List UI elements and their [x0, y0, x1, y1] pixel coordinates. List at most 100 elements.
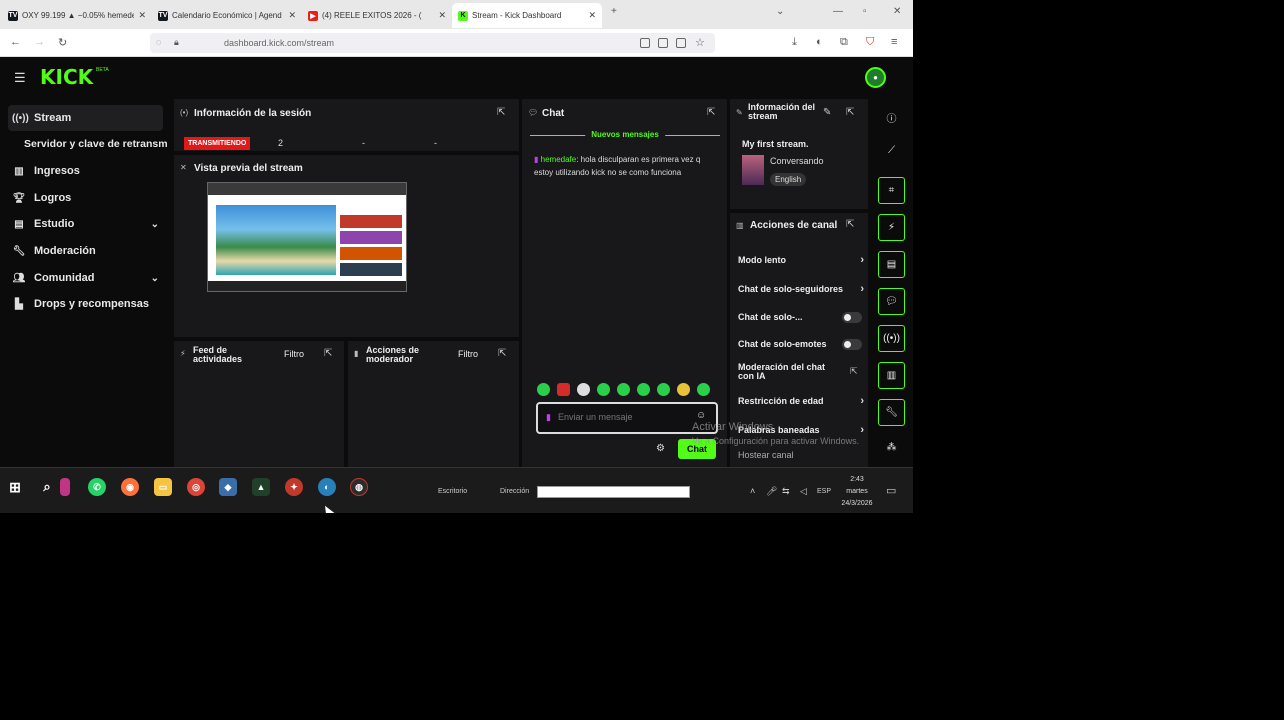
- share-icon[interactable]: ⁂: [878, 442, 905, 462]
- kick-logo[interactable]: KICK: [40, 65, 93, 89]
- ai-moderation-row[interactable]: Moderación del chat con IA: [738, 363, 830, 381]
- popout-icon[interactable]: ⇱: [498, 348, 506, 359]
- whatsapp-icon[interactable]: ✆: [88, 478, 106, 496]
- browser-tab[interactable]: TV OXY 99.199 ▲ −0.05% hemedel ✕: [2, 3, 152, 28]
- reader-icon[interactable]: [658, 38, 668, 48]
- emoji-icon[interactable]: ☺: [696, 410, 706, 421]
- emote-icon[interactable]: [537, 383, 550, 396]
- desktop-toolbar-label[interactable]: Escritorio: [438, 488, 467, 495]
- show-hidden-icons-icon[interactable]: ˄: [750, 486, 755, 496]
- windows-start-icon[interactable]: ⊞: [6, 478, 24, 496]
- close-tab-icon[interactable]: ✕: [288, 10, 296, 21]
- search-icon[interactable]: ⌕: [38, 478, 56, 496]
- rail-button-layout[interactable]: ⌗: [878, 177, 905, 204]
- mod-filter-button[interactable]: Filtro: [458, 349, 478, 359]
- sidebar-item-studio[interactable]: ▤ Estudio ⌄: [8, 211, 163, 237]
- subs-only-toggle[interactable]: [842, 312, 862, 323]
- firefox-icon[interactable]: ◉: [121, 478, 139, 496]
- cortana-icon[interactable]: [60, 478, 70, 496]
- chat-message-input[interactable]: [558, 412, 698, 422]
- tab-list-icon[interactable]: ⌄: [776, 6, 784, 17]
- rail-button-actions[interactable]: ▥: [878, 362, 905, 389]
- notifications-icon[interactable]: ▭: [886, 484, 896, 497]
- info-icon[interactable]: ⓘ: [878, 110, 905, 130]
- chrome-icon[interactable]: ◎: [187, 478, 205, 496]
- emote-icon[interactable]: [597, 383, 610, 396]
- popout-icon[interactable]: ⇱: [707, 107, 715, 118]
- volume-icon[interactable]: ◁: [800, 486, 807, 497]
- screenshot-icon[interactable]: [640, 38, 650, 48]
- emote-icon[interactable]: [697, 383, 710, 396]
- obs-icon[interactable]: ◍: [350, 478, 368, 496]
- user-avatar[interactable]: ●: [865, 67, 886, 88]
- edit-icon[interactable]: ✎: [823, 107, 831, 118]
- subs-only-row[interactable]: Chat de solo-...: [738, 312, 864, 323]
- bookmark-star-icon[interactable]: ☆: [695, 36, 705, 49]
- sidebar-item-achievements[interactable]: 🏆︎ Logros: [8, 185, 163, 211]
- slow-mode-row[interactable]: Modo lento ›: [738, 254, 864, 266]
- popout-icon[interactable]: ⇱: [497, 107, 505, 118]
- sidebar-item-drops[interactable]: ▙ Drops y recompensas: [8, 291, 163, 317]
- network-icon[interactable]: ⇆: [782, 486, 790, 497]
- sidebar-item-moderation[interactable]: 🔧︎ Moderación: [8, 238, 163, 264]
- ublock-icon[interactable]: ⛉: [866, 36, 874, 49]
- emote-icon[interactable]: [577, 383, 590, 396]
- emote-icon[interactable]: [657, 383, 670, 396]
- sidebar-item-community[interactable]: 👥︎ Comunidad ⌄: [8, 265, 163, 291]
- download-icon[interactable]: ⤓: [792, 36, 797, 49]
- close-tab-icon[interactable]: ✕: [138, 10, 146, 21]
- emote-icon[interactable]: [677, 383, 690, 396]
- address-toolbar-input[interactable]: [537, 486, 690, 498]
- close-tab-icon[interactable]: ✕: [588, 10, 596, 21]
- extension-icon[interactable]: ◐: [816, 36, 823, 48]
- rail-button-chat[interactable]: 💬︎: [878, 288, 905, 315]
- browser-tab[interactable]: TV Calendario Económico | Agend ✕: [152, 3, 302, 28]
- sidebar-item-stream[interactable]: ((•)) Stream: [8, 105, 163, 131]
- popout-icon[interactable]: ⇱: [846, 107, 854, 118]
- menu-icon[interactable]: ≡: [891, 36, 897, 48]
- stream-preview-video[interactable]: [207, 182, 407, 292]
- followers-only-row[interactable]: Chat de solo-seguidores ›: [738, 284, 864, 294]
- reload-icon[interactable]: ↻: [58, 36, 67, 49]
- popout-icon[interactable]: ⇱: [846, 219, 854, 230]
- rail-button-session[interactable]: ((•)): [878, 325, 905, 352]
- emotes-only-toggle[interactable]: [842, 339, 862, 350]
- sidebar-item-revenue[interactable]: ▥ Ingresos: [8, 158, 163, 184]
- microphone-icon[interactable]: 🎤︎: [766, 486, 777, 497]
- chat-input-box[interactable]: ▮ ☺: [536, 402, 718, 434]
- file-explorer-icon[interactable]: ▭: [154, 478, 172, 496]
- maximize-icon[interactable]: ▫: [863, 6, 867, 17]
- emote-icon[interactable]: [637, 383, 650, 396]
- sidebar-item-server-key[interactable]: Servidor y clave de retransm: [24, 131, 174, 157]
- translate-icon[interactable]: [676, 38, 686, 48]
- language-indicator[interactable]: ESP: [817, 488, 831, 495]
- minimize-icon[interactable]: —: [833, 6, 843, 17]
- hamburger-menu-icon[interactable]: ☰: [14, 70, 26, 86]
- feed-filter-button[interactable]: Filtro: [284, 349, 304, 359]
- age-restriction-row[interactable]: Restricción de edad ›: [738, 395, 864, 407]
- chat-settings-gear-icon[interactable]: ⚙: [656, 443, 665, 454]
- external-link-icon[interactable]: ⇱: [850, 366, 858, 377]
- popout-icon[interactable]: ⇱: [324, 348, 332, 359]
- shield-icon[interactable]: ◌: [156, 37, 161, 47]
- new-tab-icon[interactable]: +: [611, 6, 617, 17]
- url-text[interactable]: dashboard.kick.com/stream: [224, 38, 334, 48]
- extensions-icon[interactable]: ⧉: [840, 36, 848, 49]
- lock-icon[interactable]: 🔒︎: [174, 37, 179, 48]
- rail-button-mod-log[interactable]: ▤: [878, 251, 905, 278]
- chart-app-icon[interactable]: ▲: [252, 478, 270, 496]
- rail-button-tools[interactable]: 🔧︎: [878, 399, 905, 426]
- chat-username[interactable]: hemedafe: [541, 155, 577, 164]
- pin-icon[interactable]: ⟋: [878, 145, 905, 165]
- app-icon[interactable]: ◐: [318, 478, 336, 496]
- emote-icon[interactable]: [617, 383, 630, 396]
- back-icon[interactable]: ←: [10, 36, 21, 48]
- emote-icon[interactable]: [557, 383, 570, 396]
- browser-tab-active[interactable]: K Stream - Kick Dashboard ✕: [452, 3, 602, 28]
- app-icon[interactable]: ◆: [219, 478, 237, 496]
- rail-button-activity[interactable]: ⚡︎: [878, 214, 905, 241]
- app-icon[interactable]: ✦: [285, 478, 303, 496]
- browser-tab[interactable]: ▶ (4) REELE EXITOS 2026 - ( ✕: [302, 3, 452, 28]
- address-bar[interactable]: ◌ 🔒︎ dashboard.kick.com/stream ☆: [150, 33, 715, 53]
- drag-icon[interactable]: ✕: [180, 163, 187, 172]
